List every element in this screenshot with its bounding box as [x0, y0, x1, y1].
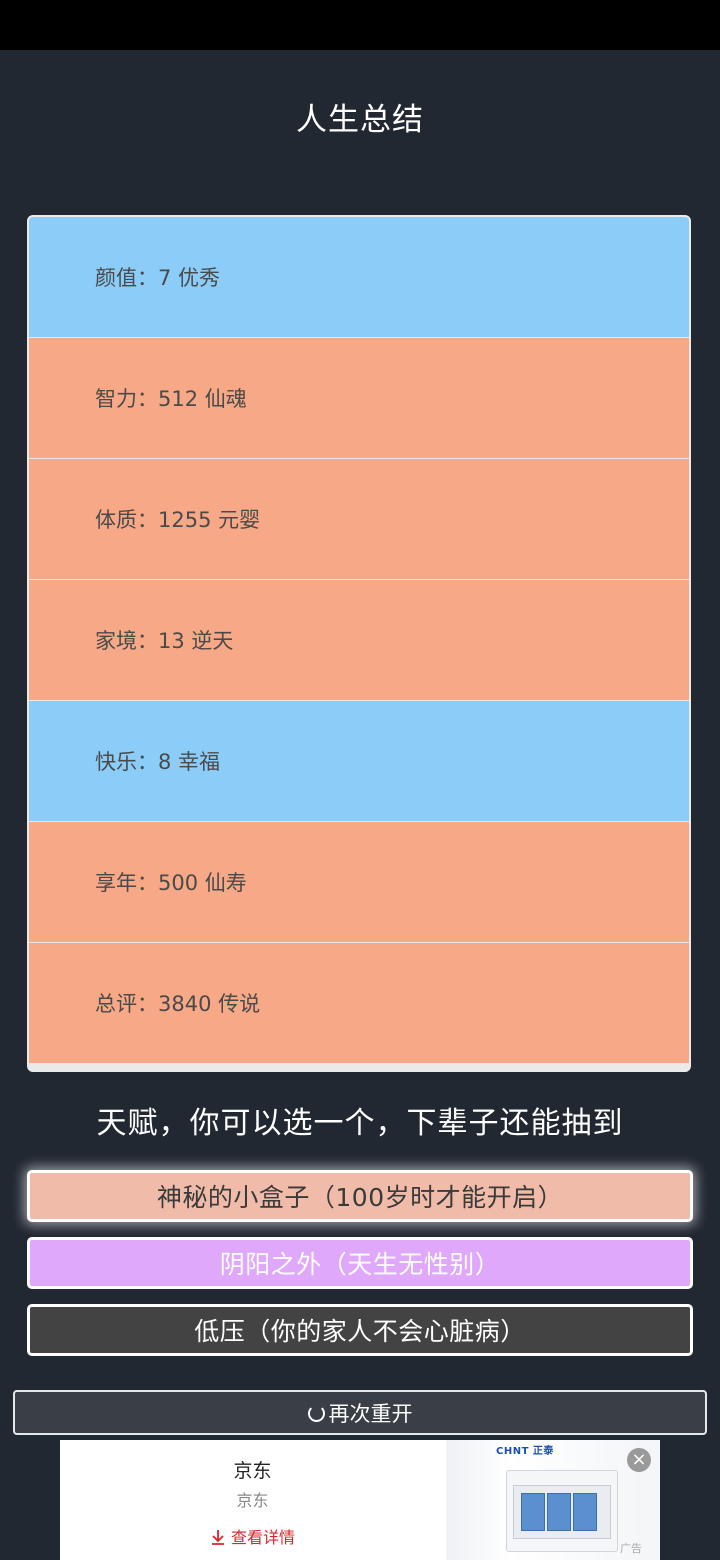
ad-banner[interactable]: 京东 京东 查看详情 CHNT 正泰 × 广告 [60, 1440, 660, 1560]
summary-row-constitution: 体质：1255 元婴 [29, 459, 689, 580]
life-summary-card: 颜值：7 优秀 智力：512 仙魂 体质：1255 元婴 家境：13 逆天 快乐… [27, 215, 691, 1072]
summary-row-label: 快乐：8 幸福 [95, 750, 221, 774]
ad-label: 广告 [620, 1542, 642, 1555]
ad-view-details-link[interactable]: 查看详情 [60, 1524, 445, 1548]
talent-option-label: 阴阳之外（天生无性别） [219, 1250, 501, 1279]
summary-row-family: 家境：13 逆天 [29, 580, 689, 701]
page-title: 人生总结 [296, 102, 424, 138]
talent-option-label: 神秘的小盒子（100岁时才能开启） [156, 1183, 564, 1212]
ad-brand-logo: CHNT 正泰 [496, 1446, 554, 1457]
ad-cta-label: 查看详情 [231, 1528, 296, 1547]
talent-option-mystery-box[interactable]: 神秘的小盒子（100岁时才能开启） [27, 1170, 693, 1222]
breaker-switch [547, 1493, 571, 1531]
download-arrow-icon [211, 1530, 224, 1545]
ad-text-block: 京东 京东 查看详情 [60, 1440, 445, 1560]
summary-row-overall: 总评：3840 传说 [29, 943, 689, 1064]
summary-row-label: 总评：3840 传说 [95, 992, 261, 1016]
talent-option-low-pressure[interactable]: 低压（你的家人不会心脏病） [27, 1304, 693, 1356]
breaker-switch [521, 1493, 545, 1531]
summary-row-intelligence: 智力：512 仙魂 [29, 338, 689, 459]
summary-row-label: 体质：1255 元婴 [95, 508, 261, 532]
summary-row-lifespan: 享年：500 仙寿 [29, 822, 689, 943]
status-bar [0, 0, 720, 50]
summary-row-label: 智力：512 仙魂 [95, 387, 247, 411]
breaker-switch [573, 1493, 597, 1531]
summary-row-label: 家境：13 逆天 [95, 629, 234, 653]
close-icon[interactable]: × [627, 1448, 651, 1472]
talent-option-label: 低压（你的家人不会心脏病） [194, 1317, 526, 1346]
talent-option-genderless[interactable]: 阴阳之外（天生无性别） [27, 1237, 693, 1289]
summary-row-label: 享年：500 仙寿 [95, 871, 247, 895]
restart-label: 再次重开 [328, 1401, 413, 1426]
summary-row-happiness: 快乐：8 幸福 [29, 701, 689, 822]
restart-button[interactable]: 再次重开 [13, 1390, 707, 1435]
ad-subtitle: 京东 [236, 1491, 269, 1510]
circuit-breaker-image [506, 1470, 618, 1552]
ad-title: 京东 [233, 1460, 272, 1482]
summary-row-appearance: 颜值：7 优秀 [29, 217, 689, 338]
summary-row-label: 颜值：7 优秀 [95, 266, 221, 290]
refresh-icon [307, 1405, 325, 1422]
talent-heading: 天赋，你可以选一个，下辈子还能抽到 [96, 1106, 624, 1141]
